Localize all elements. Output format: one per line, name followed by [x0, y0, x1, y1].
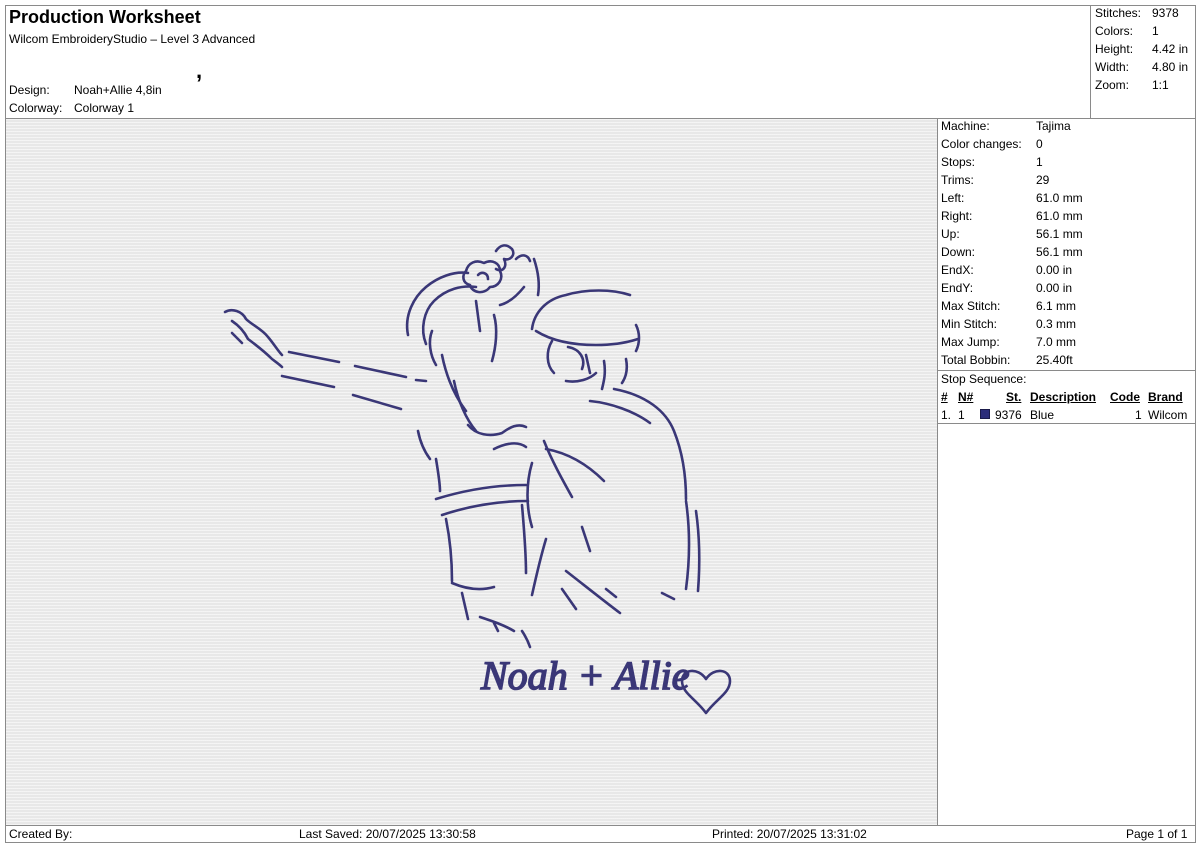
detail-value: 6.1 mm	[1036, 299, 1077, 313]
detail-label: Stops:	[941, 155, 976, 169]
printed-date: Printed: 20/07/2025 13:31:02	[712, 827, 867, 841]
detail-label: Total Bobbin:	[941, 353, 1011, 367]
software-name: Wilcom EmbroideryStudio – Level 3 Advanc…	[9, 32, 256, 46]
footer-divider	[5, 825, 1196, 826]
column-header-number: N#	[958, 390, 974, 404]
detail-value: Tajima	[1036, 119, 1071, 133]
detail-value: 56.1 mm	[1036, 227, 1083, 241]
detail-label: Max Jump:	[941, 335, 1000, 349]
side-panel-divider	[937, 118, 938, 825]
detail-value: 25.40ft	[1036, 353, 1073, 367]
detail-label: Color changes:	[941, 137, 1022, 151]
row-description: Blue	[1030, 408, 1055, 422]
detail-label: Left:	[941, 191, 965, 205]
detail-value: 0	[1036, 137, 1043, 151]
design-value: Noah+Allie 4,8in	[74, 83, 162, 97]
column-header-index: #	[941, 390, 948, 404]
colorway-value: Colorway 1	[74, 101, 135, 115]
detail-label: Up:	[941, 227, 960, 241]
detail-label: Machine:	[941, 119, 990, 133]
summary-label: Colors:	[1095, 24, 1134, 38]
summary-value: 1:1	[1152, 78, 1169, 92]
detail-label: EndY:	[941, 281, 974, 295]
detail-value: 56.1 mm	[1036, 245, 1083, 259]
detail-value: 1	[1036, 155, 1043, 169]
detail-value: 0.00 in	[1036, 281, 1073, 295]
detail-label: Min Stitch:	[941, 317, 998, 331]
detail-label: Right:	[941, 209, 973, 223]
sequence-row-divider	[937, 423, 1196, 424]
page-title: Production Worksheet	[9, 7, 201, 27]
page-number: Page 1 of 1	[1126, 827, 1188, 841]
summary-value: 9378	[1152, 6, 1179, 20]
design-preview: Noah + Allie	[6, 119, 937, 825]
summary-value: 4.42 in	[1152, 42, 1189, 56]
row-stitches: 9376	[995, 408, 1022, 422]
summary-value: 4.80 in	[1152, 60, 1189, 74]
summary-divider	[1090, 5, 1091, 118]
summary-label: Width:	[1095, 60, 1130, 74]
row-brand: Wilcom	[1148, 408, 1188, 422]
detail-value: 29	[1036, 173, 1050, 187]
detail-value: 0.3 mm	[1036, 317, 1077, 331]
row-number: 1	[958, 408, 965, 422]
stray-mark: ,	[196, 58, 203, 83]
summary-value: 1	[1152, 24, 1159, 38]
color-swatch	[980, 409, 990, 419]
column-header-brand: Brand	[1148, 390, 1183, 404]
column-header-code: Code	[1110, 390, 1140, 404]
detail-label: Down:	[941, 245, 976, 259]
stop-sequence-title: Stop Sequence:	[941, 372, 1027, 386]
summary-label: Zoom:	[1095, 78, 1130, 92]
detail-value: 61.0 mm	[1036, 209, 1083, 223]
design-label: Design:	[9, 83, 50, 97]
detail-value: 61.0 mm	[1036, 191, 1083, 205]
summary-label: Height:	[1095, 42, 1134, 56]
row-code: 1	[1135, 408, 1142, 422]
summary-label: Stitches:	[1095, 6, 1142, 20]
detail-label: Trims:	[941, 173, 974, 187]
detail-label: EndX:	[941, 263, 974, 277]
detail-label: Max Stitch:	[941, 299, 1001, 313]
column-header-stitches: St.	[1006, 390, 1022, 404]
design-lettering: Noah + Allie	[480, 653, 689, 698]
detail-value: 7.0 mm	[1036, 335, 1077, 349]
embroidery-artwork: Noah + Allie	[223, 244, 732, 715]
created-by: Created By:	[9, 827, 73, 841]
row-index: 1.	[941, 408, 952, 422]
column-header-description: Description	[1030, 390, 1097, 404]
line-art-figures	[223, 244, 732, 715]
colorway-label: Colorway:	[9, 101, 63, 115]
last-saved: Last Saved: 20/07/2025 13:30:58	[299, 827, 476, 841]
detail-value: 0.00 in	[1036, 263, 1073, 277]
details-divider	[937, 370, 1196, 371]
